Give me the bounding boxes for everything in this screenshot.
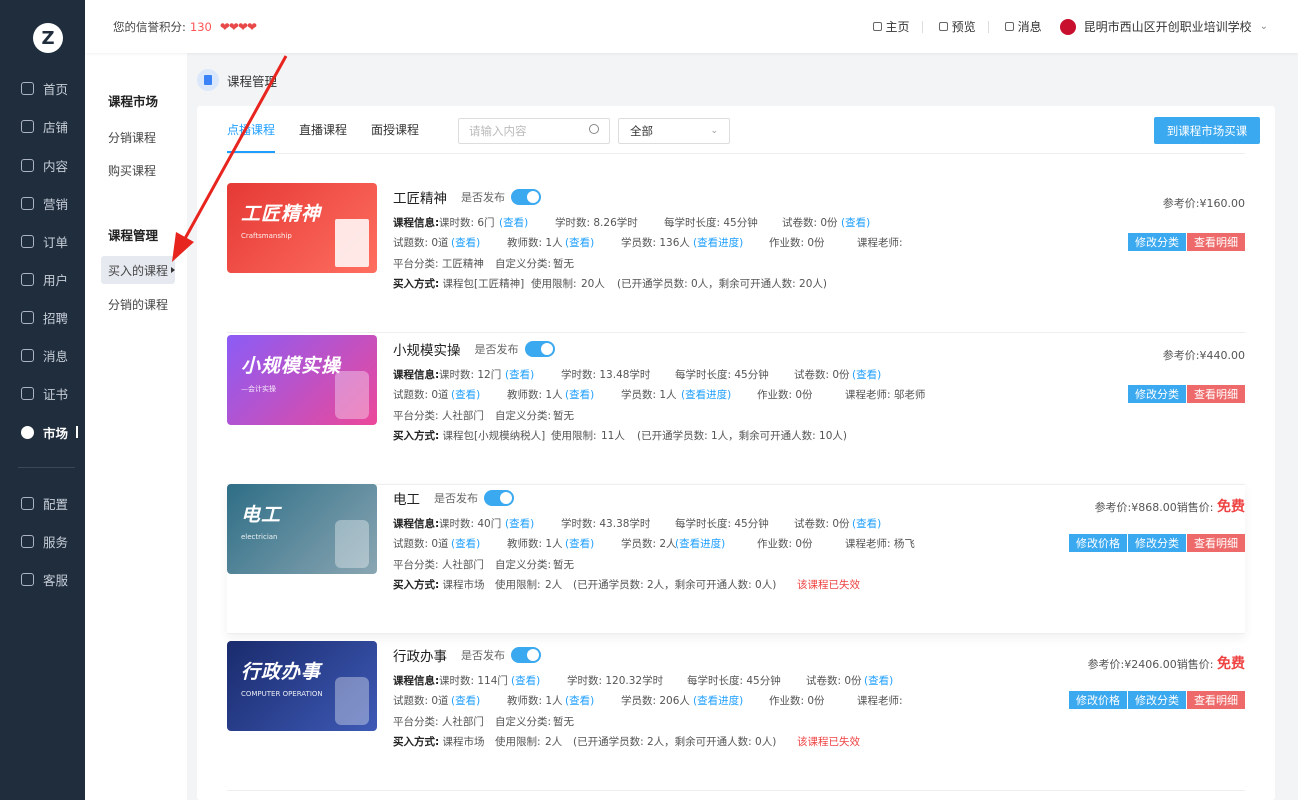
course-card: 电工 electrician 电工 是否发布 课程信息: 课时数: 40门 (查看…: [227, 484, 1245, 634]
nav-divider: [18, 467, 75, 468]
publish-toggle[interactable]: [524, 341, 555, 357]
recruit-icon: [21, 310, 34, 324]
view-detail-button[interactable]: 查看明细: [1187, 691, 1245, 709]
expired-label: 该课程已失效: [797, 579, 860, 591]
breadcrumb: 课程管理: [197, 69, 277, 91]
nav-item-content[interactable]: 内容: [0, 146, 85, 184]
publish-toggle[interactable]: [484, 490, 514, 506]
course-tabs: 点播课程 直播课程 面授课程: [227, 106, 443, 153]
market-icon: [21, 425, 34, 439]
course-panel: 点播课程 直播课程 面授课程 全部 ⌄ 到课程市场买课 工匠精神 Craftsm…: [197, 106, 1275, 800]
home-icon: [21, 81, 34, 95]
edit-category-button[interactable]: 修改分类: [1128, 233, 1186, 251]
course-thumbnail[interactable]: 小规模实操 —会计实操: [227, 335, 377, 425]
edit-price-button[interactable]: 修改价格: [1069, 534, 1127, 552]
message-icon: [21, 348, 34, 362]
course-card: 工匠精神 Craftsmanship 工匠精神 是否发布 课程信息: 课时数: …: [227, 183, 1245, 333]
nav-item-orders[interactable]: 订单: [0, 222, 85, 260]
nav-item-home[interactable]: 首页: [0, 69, 85, 107]
config-icon: [21, 496, 34, 510]
course-card: 小规模实操 —会计实操 小规模实操 是否发布 课程信息: 课时数: 12门 (查看…: [227, 335, 1245, 485]
course-thumbnail[interactable]: 电工 electrician: [227, 484, 377, 574]
preview-link[interactable]: 预览: [938, 18, 976, 35]
subnav-group-market: 课程市场: [108, 94, 159, 109]
price: 参考价:¥440.00: [1162, 349, 1245, 362]
content-icon: [21, 158, 34, 172]
subnav-item-distribute-courses[interactable]: 分销课程: [108, 129, 156, 146]
tab-vod[interactable]: 点播课程: [227, 106, 276, 153]
view-detail-button[interactable]: 查看明细: [1187, 534, 1245, 552]
secondary-sidebar: 课程市场 分销课程 购买课程 课程管理 买入的课程 分销的课程: [85, 0, 187, 800]
subnav-item-purchase-courses[interactable]: 购买课程: [108, 162, 156, 179]
order-icon: [21, 234, 34, 248]
course-name[interactable]: 电工: [393, 488, 420, 508]
edit-category-button[interactable]: 修改分类: [1128, 691, 1186, 709]
service-icon: [21, 534, 34, 548]
go-to-market-button[interactable]: 到课程市场买课: [1154, 117, 1260, 144]
heart-icons: ❤❤❤❤: [219, 20, 257, 34]
chevron-down-icon: ⌄: [710, 126, 718, 136]
chevron-down-icon[interactable]: ⌄: [1260, 21, 1268, 32]
price: 参考价:¥868.00销售价: 免费: [1094, 499, 1245, 515]
course-thumbnail[interactable]: 工匠精神 Craftsmanship: [227, 183, 377, 273]
app-logo[interactable]: Z: [33, 23, 63, 53]
course-name[interactable]: 小规模实操: [393, 339, 461, 359]
edit-category-button[interactable]: 修改分类: [1128, 385, 1186, 403]
message-link[interactable]: 消息: [1004, 18, 1042, 35]
page-title: 课程管理: [227, 73, 278, 89]
category-select[interactable]: 全部 ⌄: [618, 118, 730, 144]
nav-item-users[interactable]: 用户: [0, 260, 85, 298]
search-icon[interactable]: [589, 124, 599, 134]
edit-price-button[interactable]: 修改价格: [1069, 691, 1127, 709]
nav-item-market[interactable]: 市场: [0, 413, 85, 451]
user-icon: [21, 272, 34, 286]
tab-live[interactable]: 直播课程: [299, 106, 347, 153]
search-input[interactable]: [458, 118, 610, 144]
course-name[interactable]: 工匠精神: [393, 187, 447, 207]
edit-category-button[interactable]: 修改分类: [1128, 534, 1186, 552]
price: 参考价:¥2406.00销售价: 免费: [1087, 656, 1245, 672]
nav-item-config[interactable]: 配置: [0, 484, 85, 522]
monitor-icon: [938, 22, 948, 31]
nav-item-recruit[interactable]: 招聘: [0, 298, 85, 336]
subnav-item-bought-courses[interactable]: 买入的课程: [101, 256, 175, 284]
main-sidebar: Z 首页 店铺 内容 营销 订单 用户 招聘 消息 证书 市场 配置 服务 客服: [0, 0, 85, 800]
view-detail-button[interactable]: 查看明细: [1187, 385, 1245, 403]
tab-offline[interactable]: 面授课程: [371, 106, 419, 153]
view-detail-button[interactable]: 查看明细: [1187, 233, 1245, 251]
nav-item-support[interactable]: 客服: [0, 560, 85, 598]
course-card: 行政办事 COMPUTER OPERATION 行政办事 是否发布 课程信息: …: [227, 641, 1245, 791]
top-header: 您的信誉积分: 130 ❤❤❤❤ 主页 预览 消息 昆明市西山区开创职业培训学校…: [85, 0, 1298, 53]
active-indicator: [76, 426, 79, 438]
marketing-icon: [21, 196, 34, 210]
illustration-image: [335, 520, 369, 568]
nav-item-marketing[interactable]: 营销: [0, 184, 85, 222]
support-icon: [21, 572, 34, 586]
home-link[interactable]: 主页: [872, 18, 910, 35]
nav-item-service[interactable]: 服务: [0, 522, 85, 560]
certificate-icon: [21, 386, 34, 400]
publish-toggle[interactable]: [511, 189, 541, 205]
price: 参考价:¥160.00: [1162, 197, 1245, 210]
home-icon: [872, 22, 882, 31]
nav-item-store[interactable]: 店铺: [0, 107, 85, 145]
illustration-image: [335, 371, 369, 419]
course-name[interactable]: 行政办事: [393, 645, 447, 665]
store-icon: [21, 119, 34, 133]
illustration-image: [335, 677, 369, 725]
bell-icon: [1004, 22, 1014, 31]
publish-toggle[interactable]: [511, 647, 541, 663]
subnav-group-manage: 课程管理: [108, 228, 159, 243]
book-cover-image: [335, 219, 369, 267]
expired-label: 该课程已失效: [797, 736, 860, 748]
nav-item-certificates[interactable]: 证书: [0, 374, 85, 412]
school-logo-icon: [1059, 18, 1076, 35]
school-name[interactable]: 昆明市西山区开创职业培训学校: [1084, 18, 1252, 35]
header-links: 主页 预览 消息 昆明市西山区开创职业培训学校 ⌄: [857, 18, 1268, 35]
document-icon: [197, 69, 219, 91]
course-thumbnail[interactable]: 行政办事 COMPUTER OPERATION: [227, 641, 377, 731]
nav-item-messages[interactable]: 消息: [0, 336, 85, 374]
credit-score: 您的信誉积分: 130 ❤❤❤❤: [113, 20, 257, 34]
subnav-item-distributed-courses[interactable]: 分销的课程: [108, 296, 168, 313]
